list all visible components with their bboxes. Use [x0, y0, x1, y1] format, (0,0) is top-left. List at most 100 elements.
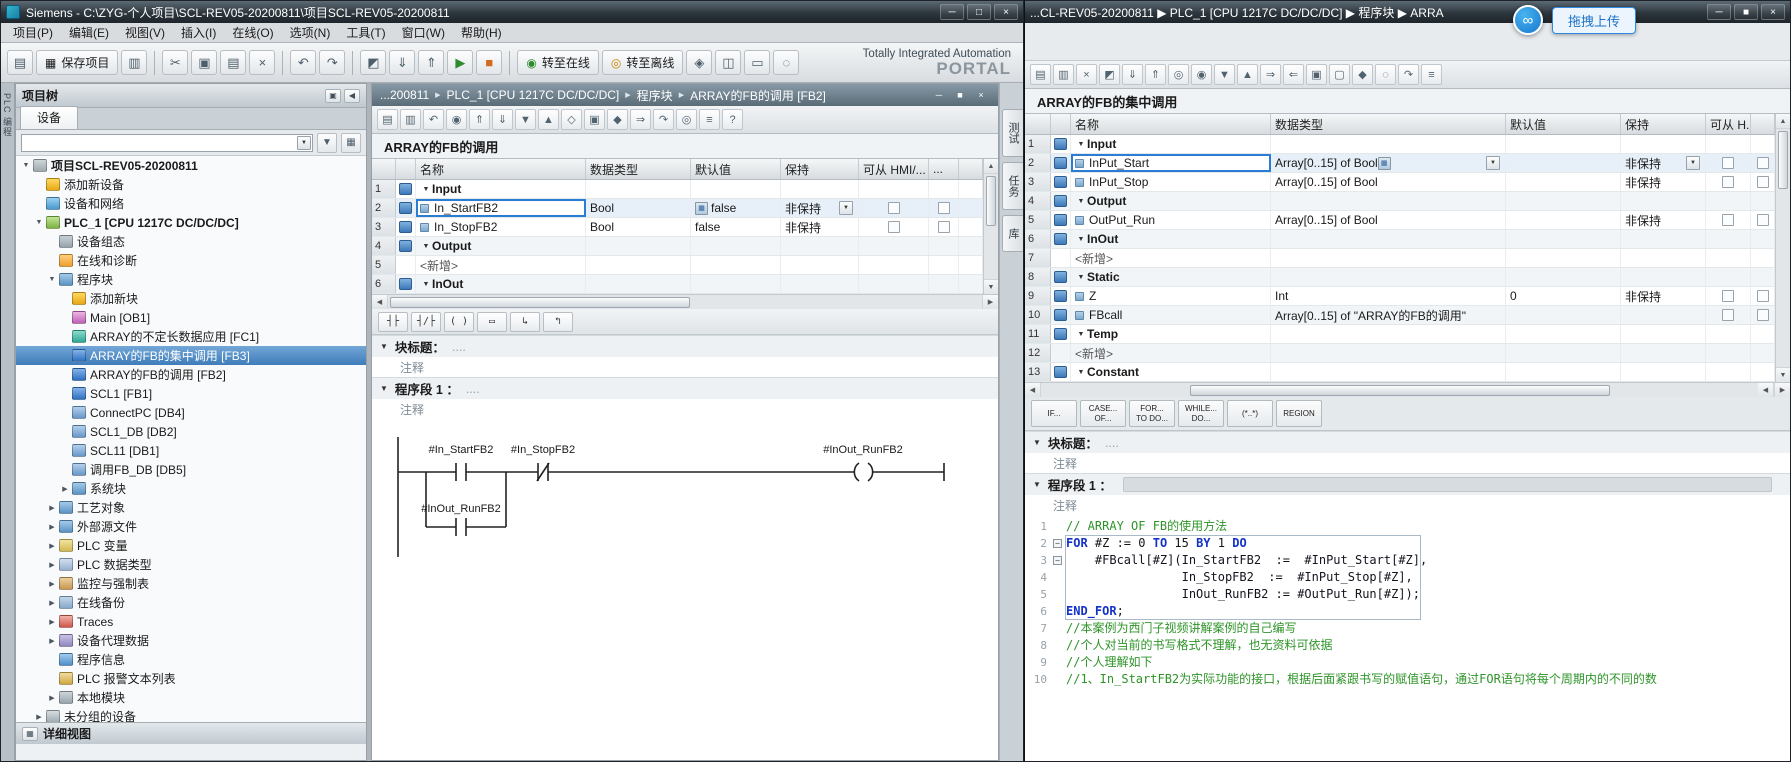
more-cell[interactable]	[929, 180, 959, 198]
retain-cell[interactable]	[1621, 268, 1706, 286]
default-value-cell[interactable]	[691, 237, 781, 255]
column-header-type[interactable]: 数据类型	[586, 159, 691, 179]
network-comment[interactable]: 注释	[372, 399, 998, 419]
default-value-cell[interactable]	[1506, 173, 1621, 191]
network-1-section[interactable]: 程序段 1 ： ....	[372, 377, 998, 399]
name-cell[interactable]: In_StartFB2	[416, 199, 586, 217]
download-to-device-icon[interactable]: ⇓	[389, 50, 415, 75]
redo-icon[interactable]: ↷	[319, 50, 345, 75]
tree-item-1[interactable]: 添加新设备	[16, 175, 366, 194]
editor-maximize-button[interactable]: ■	[951, 88, 969, 102]
favorites-icon[interactable]: ◆	[607, 109, 628, 130]
menu-item-3[interactable]: 插入(I)	[173, 22, 224, 43]
go-offline-button[interactable]: ◎转至离线	[602, 50, 684, 75]
paste-icon[interactable]: ▤	[220, 50, 246, 75]
network-comments-icon[interactable]: ▣	[584, 109, 605, 130]
expander-icon[interactable]: ▶	[46, 618, 58, 626]
name-cell[interactable]: <新增>	[416, 256, 586, 274]
tree-item-21[interactable]: ▶PLC 数据类型	[16, 555, 366, 574]
scroll-down-icon[interactable]	[984, 279, 998, 294]
value-selector-icon[interactable]: ▦	[695, 202, 708, 215]
scrollbar-thumb[interactable]	[1778, 131, 1788, 189]
hmi-accessible-cell[interactable]	[859, 256, 929, 274]
scroll-right-icon[interactable]	[982, 295, 998, 309]
hmi-visible-cell[interactable]	[1751, 344, 1775, 362]
default-value-cell[interactable]	[691, 180, 781, 198]
editor-close-button[interactable]: ×	[972, 88, 990, 102]
menu-item-0[interactable]: 项目(P)	[5, 22, 61, 43]
copy-snapshot-icon[interactable]: ⇑	[469, 109, 490, 130]
undo-icon[interactable]: ↶	[290, 50, 316, 75]
code-line-8[interactable]: 8//个人对当前的书写格式不理解，也无资料可依据	[1025, 637, 1790, 654]
retain-cell[interactable]: 非保持	[781, 199, 859, 217]
expander-icon[interactable]: ▼	[420, 281, 432, 288]
retain-cell[interactable]	[1621, 325, 1706, 343]
code-line-5[interactable]: 5 InOut_RunFB2 := #OutPut_Run[#Z]);	[1025, 586, 1790, 603]
scroll-left-icon[interactable]	[1025, 383, 1041, 397]
tree-item-29[interactable]: ▶未分组的设备	[16, 707, 366, 722]
table-row-9[interactable]: 9ZInt0非保持	[1025, 287, 1775, 306]
tree-item-4[interactable]: 设备组态	[16, 232, 366, 251]
type-cell[interactable]	[586, 275, 691, 293]
tree-item-23[interactable]: ▶在线备份	[16, 593, 366, 612]
scrollbar-thumb[interactable]	[986, 176, 996, 226]
retain-cell[interactable]	[1621, 344, 1706, 362]
code-line-1[interactable]: 1// ARRAY OF FB的使用方法	[1025, 518, 1790, 535]
hmi-visible-cell[interactable]	[1751, 249, 1775, 267]
outdent-icon[interactable]: ⇐	[1283, 64, 1304, 85]
type-cell[interactable]: Bool	[586, 199, 691, 217]
close-branch-icon[interactable]: ↰	[543, 312, 573, 332]
monitor-icon[interactable]: ◎	[1168, 64, 1189, 85]
type-cell[interactable]: Int	[1271, 287, 1506, 305]
start-cpu-icon[interactable]: ▶	[447, 50, 473, 75]
tree-item-28[interactable]: ▶本地模块	[16, 688, 366, 707]
hmi-visible-cell[interactable]	[1751, 230, 1775, 248]
table-row-4[interactable]: 4▼Output	[372, 237, 983, 256]
tree-item-14[interactable]: SCL1_DB [DB2]	[16, 422, 366, 441]
tree-item-15[interactable]: SCL11 [DB1]	[16, 441, 366, 460]
type-cell[interactable]	[586, 180, 691, 198]
view-options-icon[interactable]: ▦	[341, 133, 361, 153]
hmi-visible-cell[interactable]	[1751, 135, 1775, 153]
jump-to-icon[interactable]: ⇒	[630, 109, 651, 130]
checkbox[interactable]	[1757, 214, 1769, 226]
hmi-accessible-cell[interactable]	[859, 218, 929, 236]
add-row-icon[interactable]: ▥	[1053, 64, 1074, 85]
window-minimize-button[interactable]: ─	[1707, 4, 1731, 20]
code-line-3[interactable]: 3 #FBcall[#Z](In_StartFB2 := #InPut_Star…	[1025, 552, 1790, 569]
table-row-10[interactable]: 10FBcallArray[0..15] of "ARRAY的FB的调用"	[1025, 306, 1775, 325]
table-row-11[interactable]: 11▼Temp	[1025, 325, 1775, 344]
block-comment[interactable]: 注释	[372, 357, 998, 377]
reset-start-values-icon[interactable]: ↶	[423, 109, 444, 130]
expander-icon[interactable]: ▶	[46, 637, 58, 645]
type-cell[interactable]	[1271, 249, 1506, 267]
retain-cell[interactable]: 非保持	[1621, 173, 1706, 191]
open-branch-icon[interactable]: ↳	[510, 312, 540, 332]
name-cell[interactable]: <新增>	[1071, 344, 1271, 362]
table-row-3[interactable]: 3In_StopFB2Boolfalse非保持	[372, 218, 983, 237]
retain-cell[interactable]	[781, 256, 859, 274]
task-card-tab-0[interactable]: 测试	[1002, 109, 1023, 157]
default-value-cell[interactable]	[1506, 363, 1621, 381]
snapshot-values-icon[interactable]: ◉	[446, 109, 467, 130]
name-cell[interactable]: ▼Output	[1071, 192, 1271, 210]
more-cell[interactable]	[929, 237, 959, 255]
insert-row-icon[interactable]: ▤	[377, 109, 398, 130]
search-project-icon[interactable]: ◌	[773, 50, 799, 75]
retain-cell[interactable]: 非保持	[1621, 154, 1706, 172]
vertical-scrollbar[interactable]	[1775, 114, 1790, 382]
scroll-up-icon[interactable]	[984, 159, 998, 174]
expander-icon[interactable]: ▼	[20, 162, 32, 169]
upload-icon[interactable]: ⇑	[1145, 64, 1166, 85]
insert-row-icon[interactable]: ▤	[1030, 64, 1051, 85]
editor-minimize-button[interactable]: ─	[930, 88, 948, 102]
tree-item-11[interactable]: ARRAY的FB的调用 [FB2]	[16, 365, 366, 384]
breadcrumb-item-3[interactable]: ARRAY的FB的调用 [FB2]	[690, 87, 826, 104]
retain-cell[interactable]	[781, 180, 859, 198]
fold-marker[interactable]	[1051, 535, 1064, 552]
table-row-4[interactable]: 4▼Output	[1025, 192, 1775, 211]
compile-icon[interactable]: ◩	[360, 50, 386, 75]
absolute-operands-icon[interactable]: ◇	[561, 109, 582, 130]
code-line-9[interactable]: 9//个人理解如下	[1025, 654, 1790, 671]
type-browse-icon[interactable]: ▦	[1378, 157, 1391, 170]
